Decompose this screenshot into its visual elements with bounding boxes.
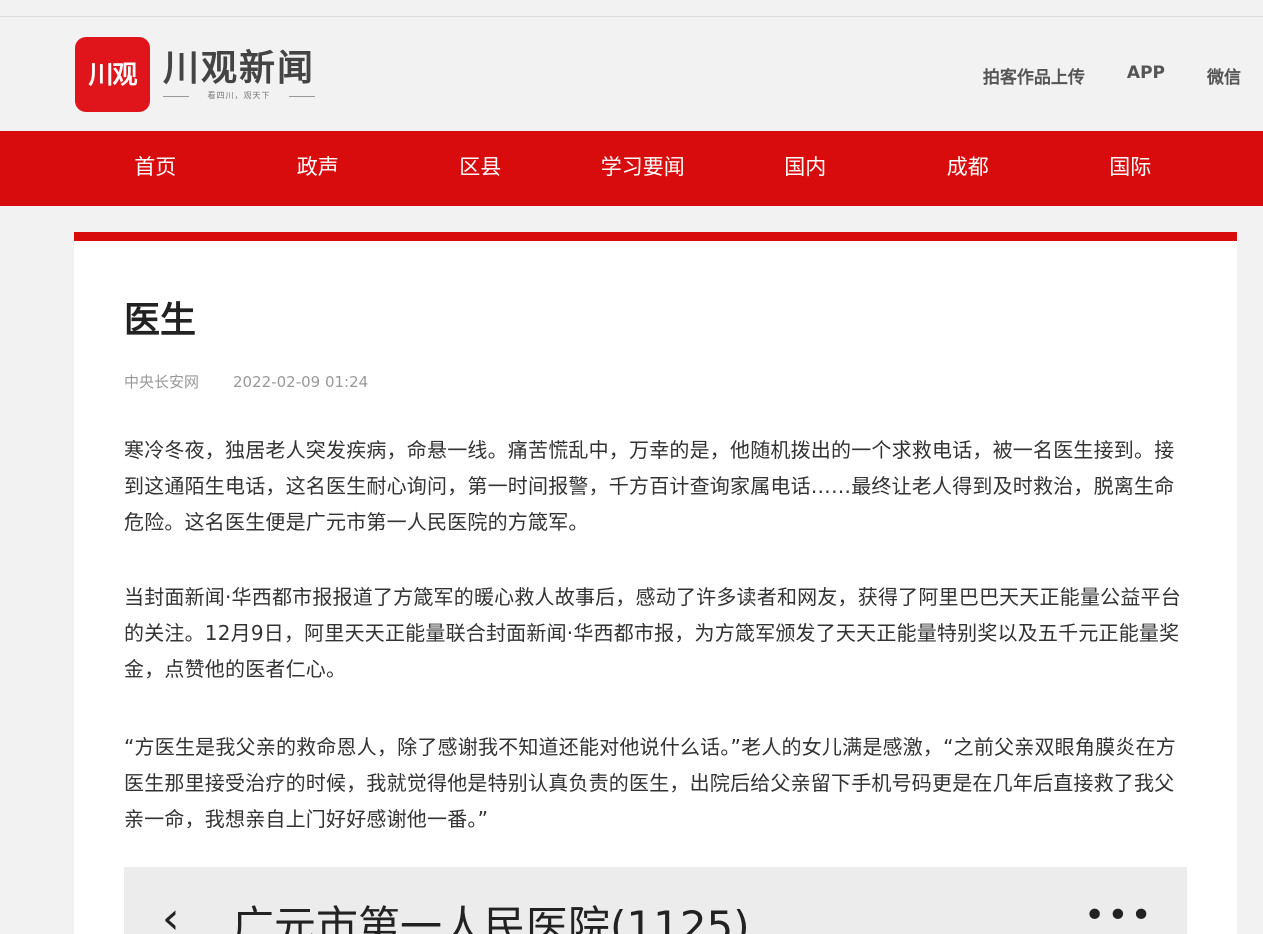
logo-mark-text: 川观 [88, 60, 137, 89]
app-link[interactable]: APP [1127, 63, 1165, 88]
nav-item-domestic[interactable]: 国内 [724, 131, 887, 206]
article-title: 医生 [124, 300, 197, 341]
wechat-link[interactable]: 微信 [1207, 63, 1241, 88]
more-icon: ••• [1084, 895, 1154, 934]
site-slogan: 看四川，观天下 [163, 90, 315, 102]
top-links: 拍客作品上传 APP 微信 [941, 63, 1241, 88]
nav-item-politics[interactable]: 政声 [237, 131, 400, 206]
back-icon: ‹ [162, 893, 180, 934]
slogan-text: 看四川，观天下 [207, 91, 271, 100]
article-source: 中央长安网 [124, 373, 200, 391]
article-paragraph: 当封面新闻·华西都市报报道了方箴军的暖心救人故事后，感动了许多读者和网友，获得了… [124, 585, 1181, 681]
article-image: ‹ 广元市第一人民医院(1125) ••• [124, 867, 1187, 934]
nav-item-districts[interactable]: 区县 [399, 131, 562, 206]
logo-icon[interactable]: 川观 [75, 37, 150, 112]
article-paragraph: 寒冷冬夜，独居老人突发疾病，命悬一线。痛苦慌乱中，万幸的是，他随机拨出的一个求救… [124, 438, 1175, 534]
nav-item-study-news[interactable]: 学习要闻 [562, 131, 725, 206]
nav-item-home[interactable]: 首页 [74, 131, 237, 206]
image-chat-title: 广元市第一人民医院(1125) [232, 902, 750, 934]
slogan-line-right [289, 96, 315, 97]
site-header: 川观 川观新闻 看四川，观天下 拍客作品上传 APP 微信 [0, 17, 1263, 131]
nav-item-chengdu[interactable]: 成都 [887, 131, 1050, 206]
article-datetime: 2022-02-09 01:24 [233, 373, 369, 391]
article-paragraph: “方医生是我父亲的救命恩人，除了感谢我不知道还能对他说什么话。”老人的女儿满是感… [124, 735, 1176, 831]
nav-item-international[interactable]: 国际 [1049, 131, 1212, 206]
slogan-line-left [163, 96, 189, 97]
main-nav: 首页 政声 区县 学习要闻 国内 成都 国际 [0, 131, 1263, 206]
article-meta: 中央长安网 2022-02-09 01:24 [124, 371, 368, 392]
article-container: 医生 中央长安网 2022-02-09 01:24 寒冷冬夜，独居老人突发疾病，命… [74, 232, 1237, 934]
upload-link[interactable]: 拍客作品上传 [983, 63, 1085, 88]
site-name[interactable]: 川观新闻 [163, 39, 315, 91]
